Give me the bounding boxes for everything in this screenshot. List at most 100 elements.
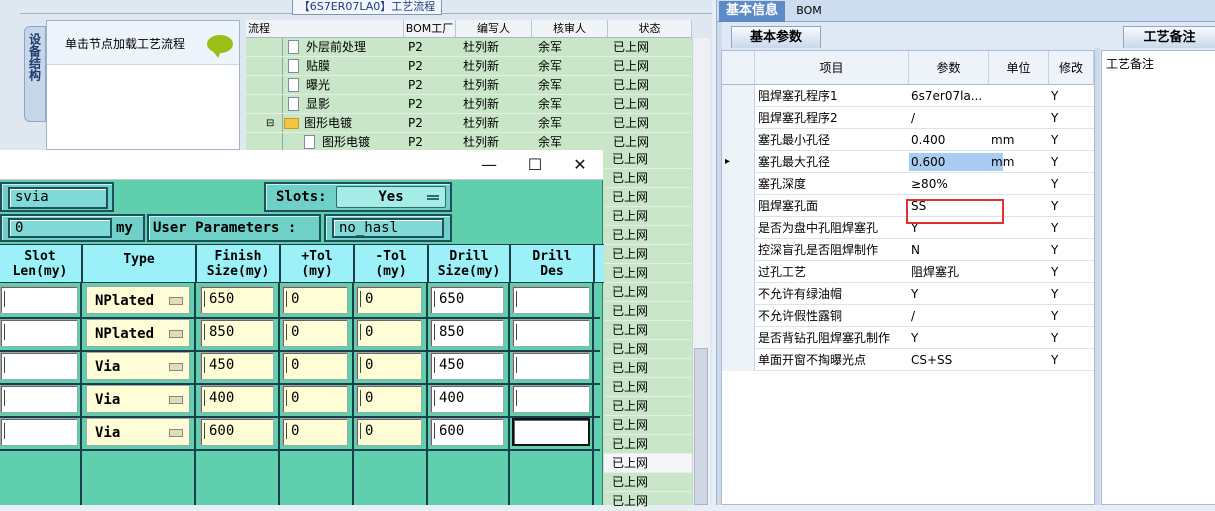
flow-status-cell[interactable]: 已上网 — [604, 397, 692, 416]
type-select[interactable]: NPlated — [86, 319, 190, 347]
drill-size-input[interactable]: 400 — [430, 385, 504, 413]
row-selector[interactable] — [722, 305, 755, 327]
col-header-unit[interactable]: 单位 — [989, 51, 1049, 85]
param-row[interactable]: 阻焊塞孔程序2 / Y — [722, 107, 1094, 129]
finish-size-input[interactable]: 600 — [200, 418, 274, 446]
param-row[interactable]: 控深盲孔是否阻焊制作 N Y — [722, 239, 1094, 261]
close-icon[interactable]: ✕ — [557, 150, 603, 180]
flow-status-cell[interactable]: 已上网 — [604, 454, 692, 473]
flow-row[interactable]: 曝光 P2 杜列新 余军 已上网 — [246, 76, 692, 95]
svia-input[interactable]: svia — [8, 187, 108, 209]
param-row[interactable]: 不允许假性露铜 / Y — [722, 305, 1094, 327]
col-header-flow[interactable]: 流程 — [246, 20, 404, 38]
minus-tol-input[interactable]: 0 — [356, 286, 422, 314]
tab-basic-params[interactable]: 基本参数 — [731, 26, 821, 48]
flow-status-cell[interactable]: 已上网 — [604, 283, 692, 302]
slot-len-input[interactable] — [0, 319, 78, 347]
param-row[interactable]: 塞孔最小孔径 0.400 mm Y — [722, 129, 1094, 151]
flow-status-cell[interactable]: 已上网 — [604, 321, 692, 340]
flow-status-cell[interactable]: 已上网 — [604, 226, 692, 245]
plus-tol-input[interactable]: 0 — [282, 319, 348, 347]
param-row[interactable]: 单面开窗不掏曝光点 CS+SS Y — [722, 349, 1094, 371]
drill-des-input[interactable] — [512, 319, 590, 347]
finish-size-input[interactable]: 450 — [200, 352, 274, 380]
flow-row[interactable]: 贴膜 P2 杜列新 余军 已上网 — [246, 57, 692, 76]
flow-status-cell[interactable]: 已上网 — [604, 169, 692, 188]
window-titlebar[interactable]: — ☐ ✕ — [0, 150, 603, 180]
minus-tol-input[interactable]: 0 — [356, 352, 422, 380]
flow-status-cell[interactable]: 已上网 — [604, 245, 692, 264]
tab-process-notes[interactable]: 工艺备注 — [1123, 26, 1215, 48]
param-row[interactable]: 是否背钻孔阻焊塞孔制作 Y Y — [722, 327, 1094, 349]
flow-status-cell[interactable]: 已上网 — [604, 302, 692, 321]
row-selector[interactable] — [722, 283, 755, 305]
row-selector[interactable] — [722, 129, 755, 151]
row-selector[interactable] — [722, 217, 755, 239]
row-selector[interactable] — [722, 261, 755, 283]
finish-size-input[interactable]: 850 — [200, 319, 274, 347]
col-minus-tol[interactable]: -Tol (my) — [354, 244, 428, 283]
col-type[interactable]: Type — [82, 244, 196, 283]
col-header-writer[interactable]: 编写人 — [456, 20, 532, 38]
drill-des-input[interactable] — [512, 418, 590, 446]
flow-status-cell[interactable]: 已上网 — [604, 473, 692, 492]
row-selector[interactable]: ▸ — [722, 151, 755, 173]
type-select[interactable]: NPlated — [86, 286, 190, 314]
col-header-item[interactable]: 项目 — [755, 51, 909, 85]
tab-device-structure[interactable]: 设备结构 — [24, 26, 46, 122]
plus-tol-input[interactable]: 0 — [282, 418, 348, 446]
flow-row[interactable]: 显影 P2 杜列新 余军 已上网 — [246, 95, 692, 114]
param-row[interactable]: 阻焊塞孔程序1 6s7er07la... Y — [722, 85, 1094, 107]
col-slot-len[interactable]: Slot Len(my) — [0, 244, 82, 283]
minus-tol-input[interactable]: 0 — [356, 418, 422, 446]
tab-basic-info[interactable]: 基本信息 — [719, 1, 785, 22]
flow-status-cell[interactable]: 已上网 — [604, 188, 692, 207]
drill-des-input[interactable] — [512, 286, 590, 314]
drill-des-input[interactable] — [512, 352, 590, 380]
finish-size-input[interactable]: 400 — [200, 385, 274, 413]
row-selector[interactable] — [722, 173, 755, 195]
flow-status-cell[interactable]: 已上网 — [604, 340, 692, 359]
maximize-icon[interactable]: ☐ — [512, 150, 558, 180]
row-selector[interactable] — [722, 327, 755, 349]
col-header-param[interactable]: 参数 — [909, 51, 989, 85]
col-header-reviewer[interactable]: 核审人 — [532, 20, 608, 38]
param-row[interactable]: 塞孔深度 ≥80% Y — [722, 173, 1094, 195]
drill-des-input[interactable] — [512, 385, 590, 413]
col-header-modify[interactable]: 修改 — [1049, 51, 1094, 85]
flow-status-cell[interactable]: 已上网 — [604, 378, 692, 397]
col-finish-size[interactable]: Finish Size(my) — [196, 244, 280, 283]
param-row[interactable]: 过孔工艺 阻焊塞孔 Y — [722, 261, 1094, 283]
flow-status-cell[interactable]: 已上网 — [604, 359, 692, 378]
flow-row-folder[interactable]: ⊟ 图形电镀 P2 杜列新 余军 已上网 — [246, 114, 692, 133]
plus-tol-input[interactable]: 0 — [282, 385, 348, 413]
row-selector[interactable] — [722, 85, 755, 107]
slot-len-input[interactable] — [0, 352, 78, 380]
flow-status-cell[interactable]: 已上网 — [604, 207, 692, 226]
flow-status-cell[interactable]: 已上网 — [604, 150, 692, 169]
flow-status-cell[interactable]: 已上网 — [604, 492, 692, 511]
param-row[interactable]: ▸ 塞孔最大孔径 0.600 mm Y — [722, 151, 1094, 173]
col-drill-size[interactable]: Drill Size(my) — [428, 244, 510, 283]
row-selector[interactable] — [722, 107, 755, 129]
flow-status-cell[interactable]: 已上网 — [604, 416, 692, 435]
row-selector[interactable] — [722, 239, 755, 261]
minus-tol-input[interactable]: 0 — [356, 319, 422, 347]
type-select[interactable]: Via — [86, 385, 190, 413]
minimize-icon[interactable]: — — [466, 150, 512, 180]
drill-size-input[interactable]: 650 — [430, 286, 504, 314]
plus-tol-input[interactable]: 0 — [282, 352, 348, 380]
collapse-icon[interactable]: ⊟ — [266, 114, 274, 133]
slots-select[interactable]: Yes — [336, 186, 446, 208]
window-title[interactable]: 【6S7ER07LA0】工艺流程 — [292, 0, 442, 15]
user-params-button[interactable]: User Parameters : — [147, 214, 321, 242]
param-input[interactable]: 0 — [8, 218, 112, 238]
flow-status-cell[interactable]: 已上网 — [604, 264, 692, 283]
type-select[interactable]: Via — [86, 418, 190, 446]
tab-bom[interactable]: BOM — [789, 1, 829, 22]
flow-scrollbar-thumb[interactable] — [694, 348, 708, 505]
flow-row[interactable]: 外层前处理 P2 杜列新 余军 已上网 — [246, 38, 692, 57]
col-header-status[interactable]: 状态 — [608, 20, 692, 38]
slot-len-input[interactable] — [0, 385, 78, 413]
type-select[interactable]: Via — [86, 352, 190, 380]
